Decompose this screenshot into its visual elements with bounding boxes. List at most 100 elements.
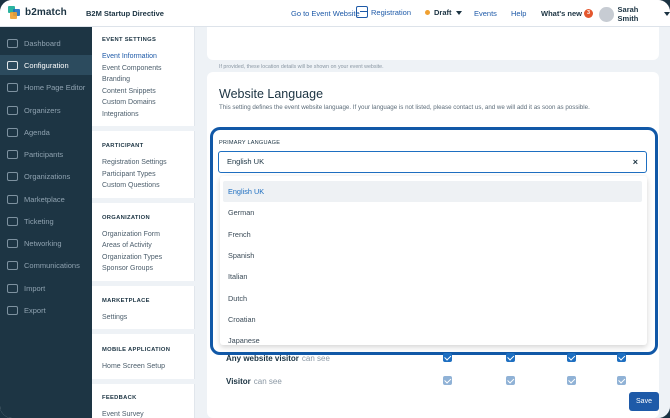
checkbox[interactable] [443,376,452,385]
primary-language-label: PRIMARY LANGUAGE [219,140,281,146]
language-option-spanish[interactable]: Spanish [223,245,642,266]
registration-icon [356,6,368,18]
handshake-icon [7,238,18,248]
sidebar-item-label: Networking [24,238,62,248]
sidebar-item-agenda[interactable]: Agenda [0,122,92,142]
clear-icon[interactable]: × [633,152,638,172]
table-row: Visitor can see [226,370,636,392]
sidebar-item-networking[interactable]: Networking [0,233,92,253]
language-dropdown-menu: English UK German French Spanish Italian… [220,176,647,345]
ticket-icon [7,216,18,226]
language-option-italian[interactable]: Italian [223,266,642,287]
language-option-english-uk[interactable]: English UK [223,181,642,202]
settings-sidebar: EVENT SETTINGS Event Information Event C… [92,27,195,418]
sidebar-item-configuration[interactable]: Configuration [0,55,92,75]
whats-new-badge: 3 [583,9,593,18]
calendar-icon [7,127,18,137]
main-sidebar: Dashboard Configuration Home Page Editor… [0,27,92,418]
sidebar-item-label: Organizers [24,105,61,115]
organizers-icon [7,105,18,115]
avatar [599,6,614,22]
settings-item-marketplace-settings[interactable]: Settings [102,314,127,321]
sidebar-item-label: Import [24,283,46,293]
settings-item-integrations[interactable]: Integrations [102,111,139,118]
export-icon [7,305,18,315]
row-can: can see [301,353,330,363]
settings-item-custom-questions[interactable]: Custom Questions [102,182,160,189]
checkbox[interactable] [506,353,515,362]
events-link[interactable]: Events [474,9,497,18]
go-to-event-website-link[interactable]: Go to Event Website [291,9,360,18]
sidebar-item-ticketing[interactable]: Ticketing [0,211,92,231]
checkbox[interactable] [567,376,576,385]
language-option-german[interactable]: German [223,202,642,223]
sidebar-item-label: Home Page Editor [24,82,86,92]
primary-language-select[interactable]: English UK × [218,151,647,173]
language-option-dutch[interactable]: Dutch [223,288,642,309]
divider [92,126,195,131]
help-link[interactable]: Help [511,9,526,18]
language-option-french[interactable]: French [223,224,642,245]
sidebar-item-label: Dashboard [24,38,61,48]
section-heading-mobile-application: MOBILE APPLICATION [102,347,171,353]
settings-item-areas-of-activity[interactable]: Areas of Activity [102,242,152,249]
save-button[interactable]: Save [629,392,659,411]
settings-item-participant-types[interactable]: Participant Types [102,171,156,178]
language-option-croatian[interactable]: Croatian [223,309,642,330]
checkbox[interactable] [567,353,576,362]
sidebar-item-label: Participants [24,149,64,159]
settings-item-registration-settings[interactable]: Registration Settings [102,159,167,166]
settings-item-organization-types[interactable]: Organization Types [102,254,162,261]
sidebar-item-label: Export [24,305,46,315]
settings-item-home-screen-setup[interactable]: Home Screen Setup [102,363,165,370]
app-window: b2match B2M Startup Directive Go to Even… [0,0,670,418]
checkbox[interactable] [617,353,626,362]
settings-item-sponsor-groups[interactable]: Sponsor Groups [102,265,153,272]
checkbox[interactable] [617,376,626,385]
settings-item-branding[interactable]: Branding [102,76,130,83]
location-card [207,27,659,60]
settings-item-organization-form[interactable]: Organization Form [102,231,160,238]
checkbox[interactable] [443,353,452,362]
settings-item-custom-domains[interactable]: Custom Domains [102,99,156,106]
checkbox[interactable] [506,376,515,385]
divider [92,379,195,384]
dashboard-icon [7,38,18,48]
primary-language-value: English UK [227,157,265,166]
sidebar-item-organizations[interactable]: Organizations [0,166,92,186]
status-label: Draft [434,8,452,17]
settings-item-event-survey[interactable]: Event Survey [102,411,144,418]
divider [92,329,195,334]
row-who: Any website visitor [226,353,299,363]
event-name: B2M Startup Directive [86,9,164,18]
sidebar-item-label: Organizations [24,171,71,181]
registration-link[interactable]: Registration [356,6,411,18]
sidebar-item-communications[interactable]: Communications [0,255,92,275]
sidebar-item-marketplace[interactable]: Marketplace [0,189,92,209]
sidebar-item-import[interactable]: Import [0,278,92,298]
section-heading-organization: ORGANIZATION [102,215,150,221]
draft-status-dot-icon [425,10,430,15]
sidebar-item-label: Communications [24,260,80,270]
user-name: Sarah Smith [617,5,639,23]
sidebar-item-label: Configuration [24,60,69,70]
sidebar-item-home-page-editor[interactable]: Home Page Editor [0,77,92,97]
whats-new-button[interactable]: What's new 3 [541,9,593,18]
status-dropdown[interactable]: Draft [425,8,462,17]
sidebar-item-organizers[interactable]: Organizers [0,100,92,120]
sidebar-item-dashboard[interactable]: Dashboard [0,33,92,53]
settings-item-event-information[interactable]: Event Information [102,53,157,60]
sidebar-item-participants[interactable]: Participants [0,144,92,164]
sidebar-item-export[interactable]: Export [0,300,92,320]
b2match-logo[interactable]: b2match [8,6,67,19]
user-menu[interactable]: Sarah Smith [599,5,670,23]
section-title: Website Language [219,87,324,101]
language-option-japanese[interactable]: Japanese [223,330,642,345]
sidebar-item-label: Ticketing [24,216,54,226]
divider [92,281,195,286]
chevron-down-icon [664,12,670,16]
settings-item-event-components[interactable]: Event Components [102,65,162,72]
settings-item-content-snippets[interactable]: Content Snippets [102,88,156,95]
location-hint: If provided, these location details will… [219,64,384,70]
row-can: can see [253,376,282,386]
